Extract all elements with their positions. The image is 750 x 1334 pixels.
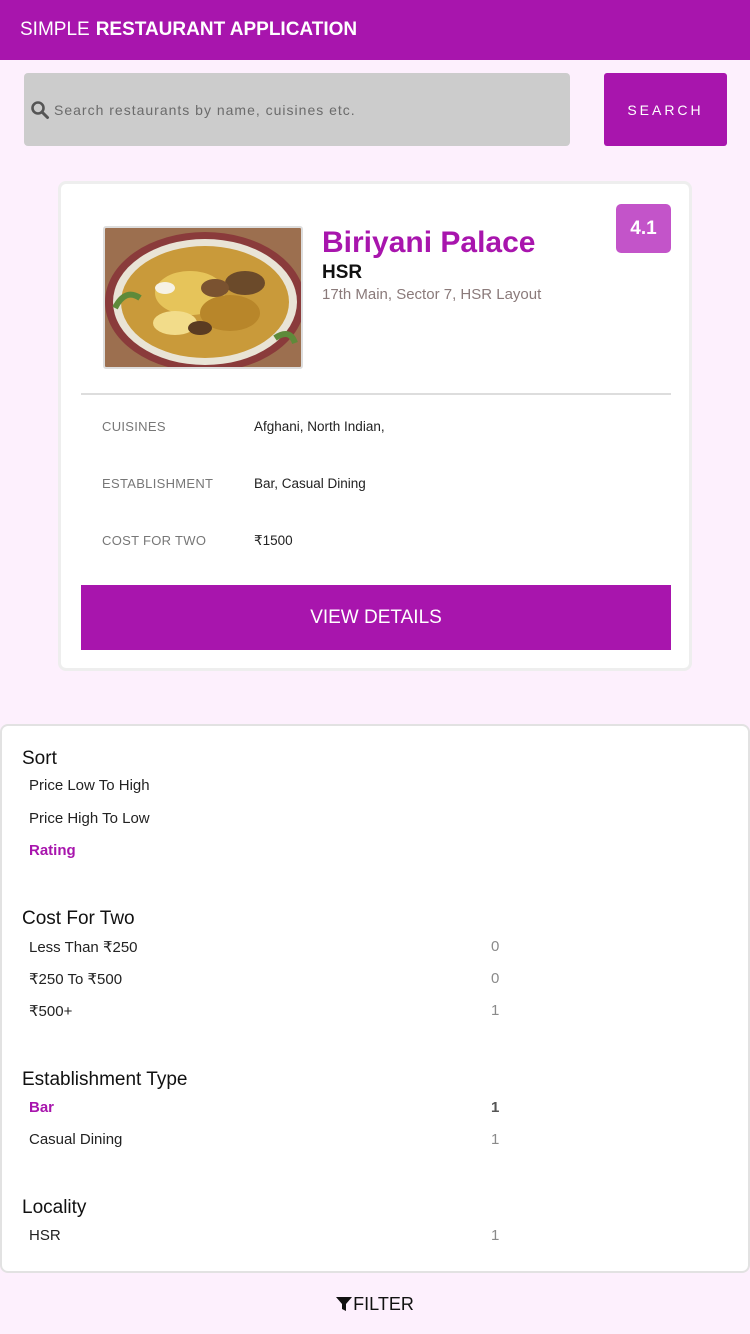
filter-toggle-label: FILTER [353,1293,414,1314]
cost-option-250-500[interactable]: ₹250 To ₹500 [29,970,122,988]
search-input[interactable] [54,101,554,118]
filter-panel: Sort Price Low To High Price High To Low… [0,724,750,1273]
app-header: SIMPLE RESTAURANT APPLICATION [0,0,750,60]
establishment-value: Bar, Casual Dining [254,476,366,491]
cost-for-two-title: Cost For Two [22,908,135,929]
sort-option-price-high-low[interactable]: Price High To Low [29,810,150,827]
restaurant-image [103,226,303,369]
sort-option-rating[interactable]: Rating [29,842,76,859]
search-icon [31,100,49,119]
restaurant-locality: HSR [322,262,363,283]
locality-count-hsr: 1 [491,1227,500,1244]
restaurant-card: Biriyani Palace HSR 17th Main, Sector 7,… [58,181,692,671]
cost-for-two-value: ₹1500 [254,533,293,548]
locality-title: Locality [22,1197,87,1218]
app-title-light: SIMPLE [20,19,90,40]
establishment-option-bar[interactable]: Bar [29,1099,54,1116]
card-divider [81,393,671,395]
cost-option-less-250[interactable]: Less Than ₹250 [29,938,138,956]
cost-count-500-plus: 1 [491,1002,500,1019]
cost-count-250-500: 0 [491,970,500,987]
cuisines-label: CUISINES [102,419,166,434]
search-button[interactable]: SEARCH [604,73,727,146]
sort-title: Sort [22,748,57,769]
locality-option-hsr[interactable]: HSR [29,1227,61,1244]
sort-option-price-low-high[interactable]: Price Low To High [29,777,150,794]
cost-count-less-250: 0 [491,938,500,955]
restaurant-name[interactable]: Biriyani Palace [322,226,535,260]
establishment-count-casual-dining: 1 [491,1131,500,1148]
cost-option-500-plus[interactable]: ₹500+ [29,1002,72,1020]
view-details-button[interactable]: VIEW DETAILS [81,585,671,650]
rating-badge: 4.1 [616,204,671,253]
app-title-bold: RESTAURANT APPLICATION [95,19,358,40]
cuisines-value: Afghani, North Indian, [254,419,385,434]
cost-for-two-label: COST FOR TWO [102,533,207,548]
establishment-label: ESTABLISHMENT [102,476,214,491]
establishment-type-title: Establishment Type [22,1069,188,1090]
establishment-count-bar: 1 [491,1099,500,1116]
filter-icon [336,1297,353,1311]
restaurant-address: 17th Main, Sector 7, HSR Layout [322,286,542,303]
filter-toggle-button[interactable]: FILTER [0,1284,750,1324]
establishment-option-casual-dining[interactable]: Casual Dining [29,1131,122,1148]
search-box[interactable] [24,73,570,146]
